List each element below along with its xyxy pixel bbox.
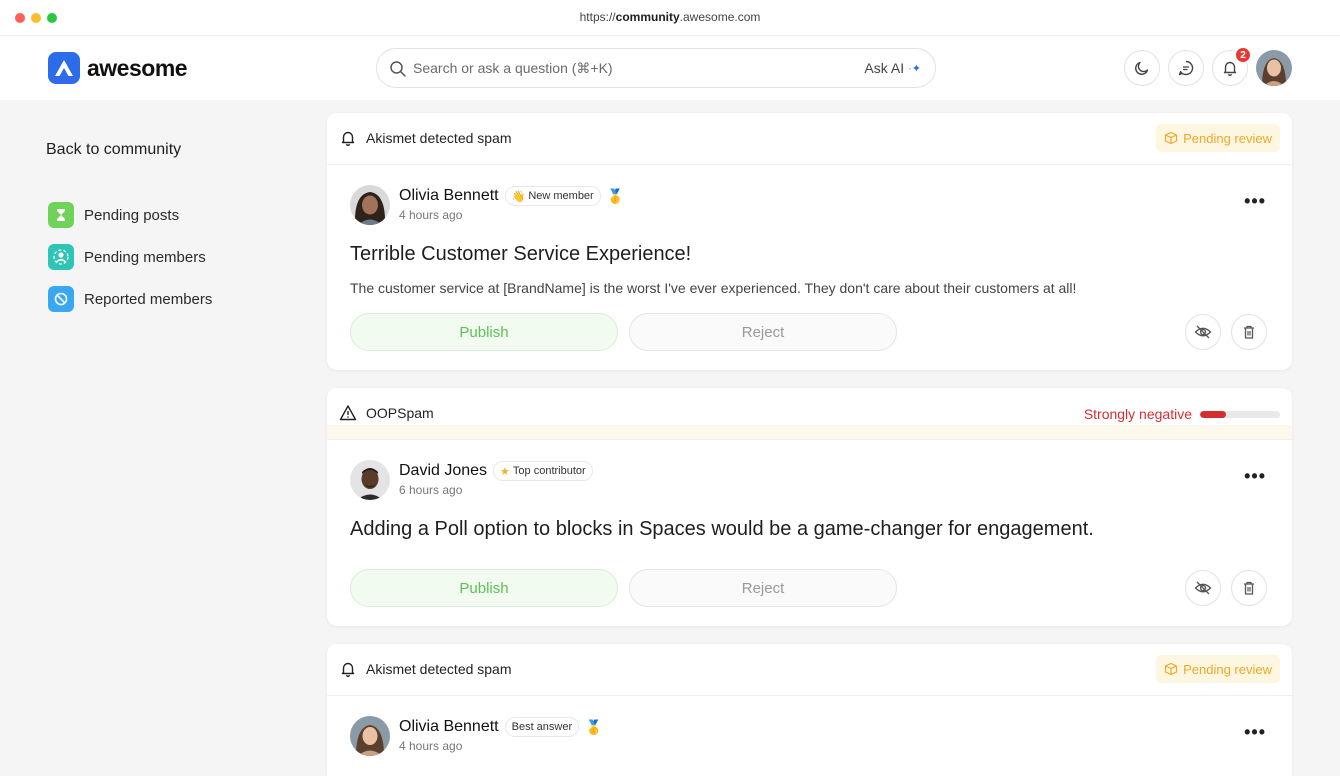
search-input[interactable] — [413, 58, 833, 78]
back-to-community-link[interactable]: Back to community — [46, 141, 181, 159]
detection-source: Akismet detected spam — [339, 129, 512, 147]
more-options-button[interactable]: ••• — [1244, 466, 1266, 487]
medal-icon: 🥇 — [585, 718, 603, 735]
detection-source: OOPSpam — [339, 404, 434, 422]
sentiment-meter — [1200, 410, 1280, 418]
search-bar[interactable]: Ask AI ·✦ — [376, 48, 936, 88]
sidebar-item-pending-posts[interactable]: Pending posts — [48, 202, 179, 228]
post-body: The customer service at [BrandName] is t… — [350, 280, 1077, 296]
post-title: Adding a Poll option to blocks in Spaces… — [350, 518, 1094, 540]
brand-logo[interactable]: awesome — [48, 52, 188, 84]
notification-badge: 2 — [1235, 47, 1251, 63]
delete-button[interactable] — [1231, 570, 1267, 606]
box-icon — [1165, 662, 1178, 676]
post-time: 4 hours ago — [399, 739, 463, 753]
status-badge: Pending review — [1156, 655, 1280, 683]
post-author: David Jones ★ Top contributor 6 hours ago — [350, 460, 593, 500]
member-tag: ★ Top contributor — [493, 461, 593, 481]
warning-icon — [339, 405, 357, 421]
wave-icon: 👋 — [511, 190, 526, 203]
trash-icon — [1244, 325, 1254, 339]
member-tag: 👋 New member — [504, 186, 601, 206]
members-icon — [48, 244, 74, 270]
card-header: Akismet detected spam Pending review — [327, 644, 1292, 696]
card-header: OOPSpam Strongly negative — [327, 388, 1292, 440]
bell-icon — [341, 662, 355, 677]
header-tint — [327, 425, 1292, 439]
trash-icon — [1244, 581, 1254, 595]
avatar[interactable] — [350, 460, 390, 500]
moderation-card: OOPSpam Strongly negative David Jones ★ T… — [327, 388, 1292, 626]
blocked-icon — [48, 286, 74, 312]
bell-icon — [1223, 61, 1237, 76]
dark-mode-button[interactable] — [1124, 50, 1160, 86]
logo-icon — [48, 52, 80, 84]
sidebar-item-pending-members[interactable]: Pending members — [48, 244, 206, 270]
avatar[interactable] — [350, 185, 390, 225]
eye-off-icon — [1194, 581, 1212, 595]
sentiment-meter-fill — [1200, 410, 1227, 418]
author-name[interactable]: David Jones — [399, 462, 487, 480]
user-avatar[interactable] — [1256, 50, 1292, 86]
address-bar[interactable]: https://community.awesome.com — [0, 10, 1340, 24]
author-name[interactable]: Olivia Bennett — [399, 718, 499, 736]
avatar[interactable] — [350, 716, 390, 756]
detection-source: Akismet detected spam — [339, 660, 512, 678]
publish-button[interactable]: Publish — [350, 569, 618, 607]
status-badge: Pending review — [1156, 124, 1280, 152]
card-header: Akismet detected spam Pending review — [327, 113, 1292, 165]
reject-button[interactable]: Reject — [629, 569, 897, 607]
star-icon: ★ — [500, 465, 510, 478]
post-title: Terrible Customer Service Experience! — [350, 243, 692, 265]
hourglass-icon — [48, 202, 74, 228]
author-name[interactable]: Olivia Bennett — [399, 187, 499, 205]
search-icon — [390, 61, 406, 77]
brand-name: awesome — [87, 54, 188, 81]
moderation-card: Akismet detected spam Pending review Oli… — [327, 113, 1292, 370]
bell-icon — [341, 131, 355, 146]
hide-button[interactable] — [1185, 314, 1221, 350]
post-author: Olivia Bennett Best answer 🥇 4 hours ago — [350, 716, 603, 756]
member-tag: Best answer — [504, 717, 580, 737]
medal-icon: 🥇 — [606, 187, 625, 204]
reject-button[interactable]: Reject — [629, 313, 897, 351]
app-header: awesome Ask AI ·✦ 2 — [0, 36, 1340, 100]
post-time: 4 hours ago — [399, 208, 463, 222]
post-author: Olivia Bennett 👋 New member 🥇 4 hours ago — [350, 185, 624, 225]
post-time: 6 hours ago — [399, 483, 463, 497]
sidebar-item-reported-members[interactable]: Reported members — [48, 286, 212, 312]
sentiment-indicator: Strongly negative — [1084, 406, 1280, 422]
publish-button[interactable]: Publish — [350, 313, 618, 351]
browser-bar: https://community.awesome.com — [0, 0, 1340, 36]
sparkle-icon: ·✦ — [908, 62, 921, 75]
moderation-card: Akismet detected spam Pending review Oli… — [327, 644, 1292, 776]
eye-off-icon — [1194, 325, 1212, 339]
box-icon — [1165, 131, 1178, 145]
hide-button[interactable] — [1185, 570, 1221, 606]
chat-icon — [1178, 60, 1194, 76]
delete-button[interactable] — [1231, 314, 1267, 350]
more-options-button[interactable]: ••• — [1244, 722, 1266, 743]
moon-icon — [1135, 61, 1149, 75]
more-options-button[interactable]: ••• — [1244, 191, 1266, 212]
ask-ai-button[interactable]: Ask AI ·✦ — [864, 60, 921, 76]
messages-button[interactable] — [1168, 50, 1204, 86]
